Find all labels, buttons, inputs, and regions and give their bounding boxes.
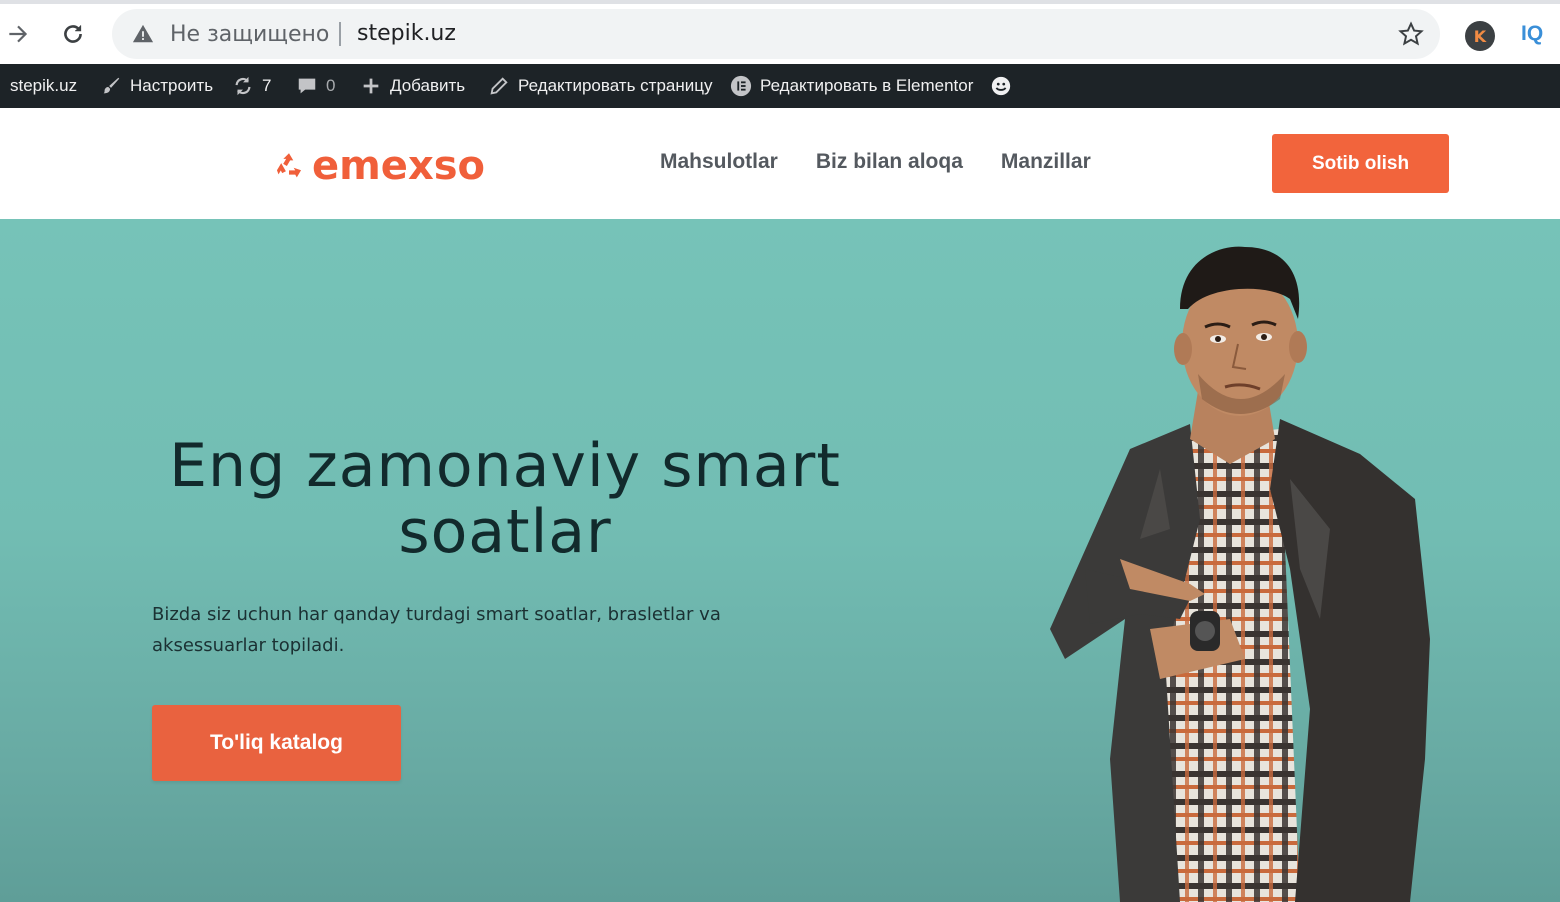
url-text[interactable]: stepik.uz — [357, 21, 456, 46]
hero-title: Eng zamonaviy smart soatlar — [169, 431, 841, 567]
hero-person-image — [1050, 246, 1430, 902]
address-bar[interactable]: Не защищено stepik.uz — [112, 9, 1440, 59]
extension-iq-icon[interactable]: IQ — [1521, 22, 1543, 46]
security-label[interactable]: Не защищено — [170, 22, 329, 47]
admin-updates-count: 7 — [262, 76, 272, 95]
forward-button[interactable] — [0, 16, 36, 52]
admin-customize[interactable]: Настроить — [100, 64, 213, 108]
bookmark-star-icon[interactable] — [1398, 21, 1424, 47]
admin-site-name-label: stepik.uz — [10, 76, 78, 95]
hero-section: Eng zamonaviy smart soatlar Bizda siz uc… — [0, 219, 1560, 902]
main-navigation: Mahsulotlar Biz bilan aloqa Manzillar — [660, 150, 1091, 174]
profile-initial: K — [1473, 26, 1487, 46]
comment-icon — [298, 78, 316, 94]
site-header: emexso Mahsulotlar Biz bilan aloqa Manzi… — [0, 108, 1560, 219]
admin-smiley[interactable] — [990, 64, 1012, 108]
wp-admin-bar: stepik.uz Настроить 7 0 Добавить Редакти… — [0, 64, 1560, 108]
catalog-button[interactable]: To'liq katalog — [152, 705, 401, 781]
elementor-icon — [730, 75, 752, 97]
logo-text: emexso — [312, 143, 486, 189]
reload-button[interactable] — [55, 16, 91, 52]
url-separator — [339, 22, 341, 46]
admin-add-new-label: Добавить — [390, 76, 466, 95]
reload-icon — [64, 25, 82, 43]
pencil-icon — [490, 77, 508, 95]
arrow-right-icon — [9, 25, 28, 43]
buy-button[interactable]: Sotib olish — [1272, 134, 1449, 193]
hero-description: Bizda siz uchun har qanday turdagi smart… — [152, 604, 721, 656]
admin-edit-page-label: Редактировать страницу — [518, 76, 713, 95]
updates-icon — [235, 76, 251, 96]
nav-item-mahsulotlar[interactable]: Mahsulotlar — [660, 150, 778, 174]
nav-item-biz-bilan-aloqa[interactable]: Biz bilan aloqa — [816, 150, 963, 174]
recycle-logo-icon — [276, 153, 302, 178]
browser-toolbar: Не защищено stepik.uz K IQ — [0, 0, 1560, 64]
admin-edit-elementor-label: Редактировать в Elementor — [760, 76, 974, 95]
warning-icon[interactable] — [132, 23, 154, 45]
plus-icon — [363, 78, 379, 94]
admin-edit-elementor[interactable]: Редактировать в Elementor — [730, 64, 973, 108]
admin-comments[interactable]: 0 — [296, 64, 335, 108]
admin-site-name[interactable]: stepik.uz — [10, 64, 77, 108]
profile-avatar[interactable]: K — [1465, 21, 1495, 51]
admin-edit-page[interactable]: Редактировать страницу — [488, 64, 712, 108]
admin-add-new[interactable]: Добавить — [360, 64, 465, 108]
smiley-icon — [991, 76, 1011, 96]
admin-comments-count: 0 — [326, 76, 336, 95]
site-logo[interactable]: emexso — [272, 144, 485, 188]
admin-customize-label: Настроить — [130, 76, 214, 95]
admin-updates[interactable]: 7 — [232, 64, 271, 108]
nav-item-manzillar[interactable]: Manzillar — [1001, 150, 1091, 174]
brush-icon — [103, 77, 120, 94]
